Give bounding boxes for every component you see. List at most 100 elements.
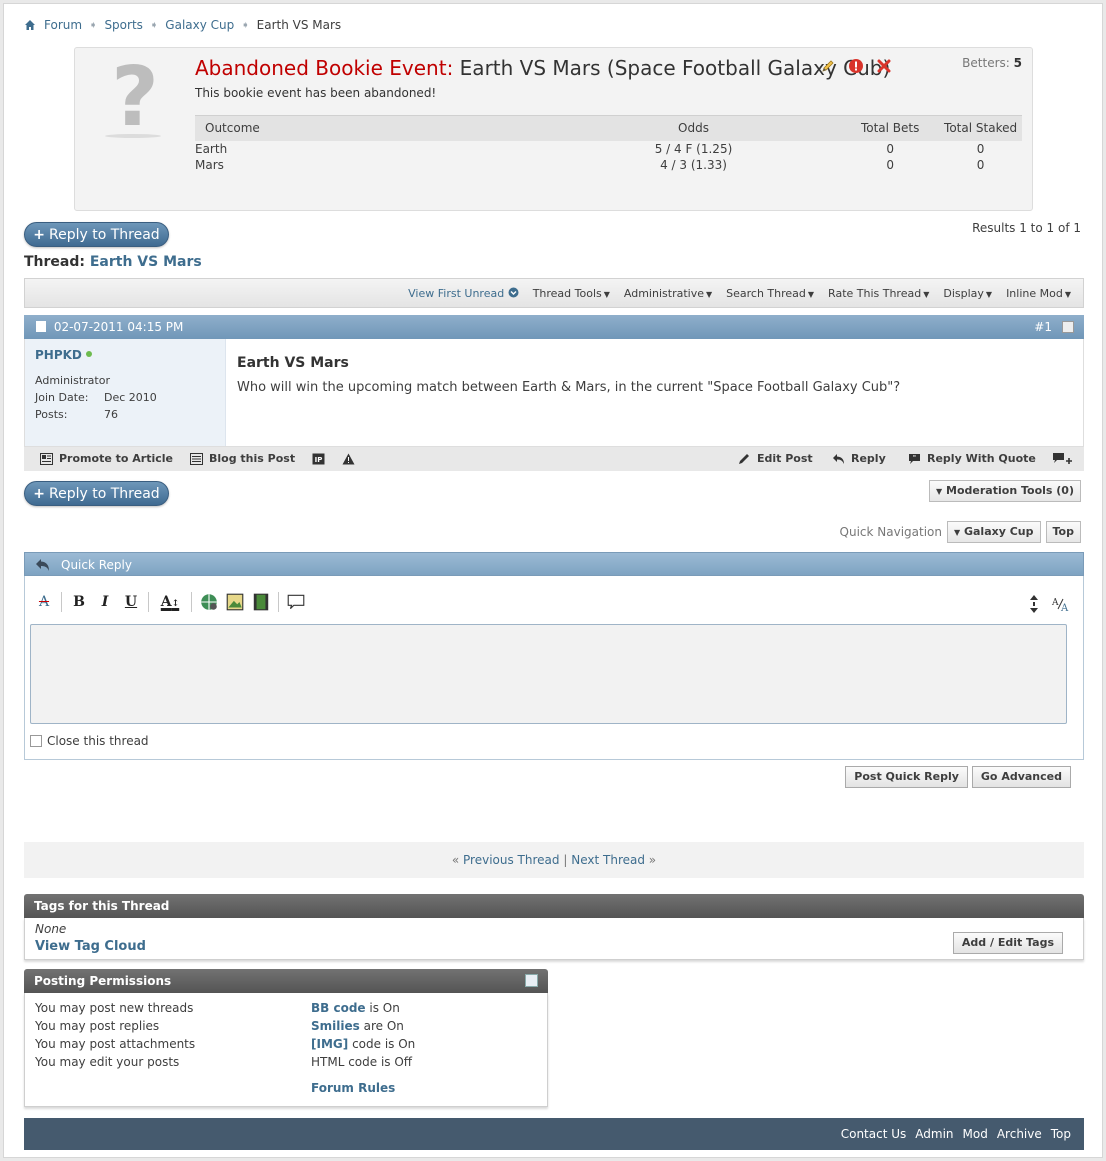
blog-this-post-button[interactable]: Blog this Post	[190, 447, 295, 471]
footer-mod-link[interactable]: Mod	[963, 1127, 988, 1141]
quote-bubble-icon[interactable]	[285, 592, 307, 612]
permissions-right-column: BB code is On Smilies are On [IMG] code …	[311, 999, 415, 1097]
inline-mod-menu[interactable]: Inline Mod ▼	[1006, 287, 1071, 300]
reply-button[interactable]: Reply	[832, 447, 886, 471]
permission-item: You may post replies	[35, 1019, 160, 1033]
close-thread-row: Close this thread	[30, 734, 149, 748]
edit-post-label: Edit Post	[757, 452, 813, 465]
bookie-odds-table: Outcome Odds Total Bets Total Staked Ear…	[195, 115, 1022, 173]
link-globe-icon[interactable]	[198, 592, 220, 612]
thread-tools-label: Thread Tools	[532, 286, 602, 300]
plus-icon: +	[33, 227, 46, 243]
svg-text:IP: IP	[315, 456, 323, 464]
post-footer: Promote to Article Blog this Post IP Edi…	[24, 447, 1084, 471]
promote-to-article-button[interactable]: Promote to Article	[40, 447, 173, 471]
img-code-link[interactable]: [IMG]	[311, 1037, 348, 1051]
post-username[interactable]: PHPKD	[35, 348, 82, 362]
smilies-link[interactable]: Smilies	[311, 1019, 360, 1033]
home-icon[interactable]	[24, 19, 36, 31]
promote-label: Promote to Article	[59, 452, 173, 465]
underline-icon[interactable]: U	[120, 592, 142, 612]
toolbar-divider	[191, 592, 192, 612]
bold-icon[interactable]: B	[68, 592, 90, 612]
reply-to-thread-button-bottom[interactable]: + Reply to Thread	[24, 481, 169, 506]
edit-pencil-icon[interactable]	[820, 58, 836, 74]
breadcrumb-sports[interactable]: Sports	[104, 18, 142, 32]
bbcode-link[interactable]: BB code	[311, 1001, 366, 1015]
edit-post-button[interactable]: Edit Post	[738, 447, 813, 471]
search-thread-menu[interactable]: Search Thread ▼	[726, 287, 814, 300]
post-number-link[interactable]: #1	[1034, 315, 1052, 339]
article-icon	[40, 453, 53, 465]
breadcrumb-galaxy-cup[interactable]: Galaxy Cup	[165, 18, 234, 32]
quick-navigation-forum-select[interactable]: ▼ Galaxy Cup	[946, 521, 1041, 543]
posts-row: Posts: 76	[35, 408, 215, 421]
insert-video-icon[interactable]	[250, 592, 272, 612]
posting-permissions-body: You may post new threads You may post re…	[24, 993, 548, 1107]
post-document-icon	[36, 321, 46, 332]
multi-quote-icon	[1053, 453, 1072, 464]
switch-editor-mode-icon[interactable]: AA	[1051, 596, 1069, 612]
reply-with-quote-button[interactable]: " Reply With Quote	[908, 447, 1036, 471]
remove-format-icon[interactable]: A	[33, 592, 55, 612]
reply-to-thread-button[interactable]: + Reply to Thread	[24, 222, 169, 247]
delete-icon[interactable]	[876, 58, 892, 74]
add-edit-tags-button[interactable]: Add / Edit Tags	[952, 932, 1063, 954]
join-date-label: Join Date:	[35, 391, 89, 404]
next-thread-link[interactable]: Next Thread	[571, 853, 645, 867]
footer-top-link[interactable]: Top	[1051, 1127, 1071, 1141]
thread-title-label: Thread:	[24, 254, 85, 270]
administrative-menu[interactable]: Administrative ▼	[624, 287, 712, 300]
footer-archive-link[interactable]: Archive	[997, 1127, 1042, 1141]
post-date: 02-07-2011 04:15 PM	[53, 320, 184, 334]
rate-thread-label: Rate This Thread	[828, 286, 922, 300]
display-menu[interactable]: Display ▼	[943, 287, 992, 300]
administrative-label: Administrative	[623, 286, 704, 300]
bets-cell: 0	[886, 157, 894, 172]
breadcrumb-separator-icon: ➧	[241, 19, 250, 31]
display-label: Display	[943, 286, 984, 300]
post-user-info: PHPKD Administrator Join Date: Dec 2010 …	[25, 339, 226, 446]
bookie-event-box: ? Abandoned Bookie Event: Earth VS Mars …	[74, 47, 1033, 211]
quick-reply-textarea[interactable]	[30, 624, 1067, 724]
moderation-tools-button[interactable]: ▼ Moderation Tools (0)	[929, 480, 1081, 502]
rate-thread-menu[interactable]: Rate This Thread ▼	[828, 287, 929, 300]
top-button[interactable]: Top	[1045, 521, 1081, 543]
text-color-icon[interactable]: A↕	[155, 592, 185, 612]
alert-icon[interactable]	[848, 58, 864, 74]
column-outcome: Outcome	[195, 115, 546, 141]
thread-title-link[interactable]: Earth VS Mars	[90, 254, 202, 270]
post-body: PHPKD Administrator Join Date: Dec 2010 …	[24, 339, 1084, 447]
footer-admin-link[interactable]: Admin	[915, 1127, 953, 1141]
post-content: Earth VS Mars Who will win the upcoming …	[237, 355, 900, 395]
view-tag-cloud-link[interactable]: View Tag Cloud	[35, 939, 146, 954]
previous-thread-link[interactable]: Previous Thread	[463, 853, 560, 867]
breadcrumb-forum[interactable]: Forum	[44, 18, 82, 32]
footer-contact-us-link[interactable]: Contact Us	[841, 1127, 907, 1141]
svg-text:A: A	[1051, 598, 1059, 608]
permission-item: You may edit your posts	[35, 1055, 180, 1069]
post-select-checkbox[interactable]	[1062, 321, 1074, 333]
img-state: code is On	[352, 1037, 416, 1051]
post-quick-reply-button[interactable]: Post Quick Reply	[845, 766, 968, 788]
post-title: Earth VS Mars	[237, 355, 349, 371]
thread-tools-menu[interactable]: Thread Tools ▼	[533, 287, 610, 300]
insert-image-icon[interactable]	[224, 592, 246, 612]
resize-editor-icon[interactable]	[1029, 594, 1039, 614]
permissions-left-column: You may post new threads You may post re…	[35, 999, 195, 1071]
report-post-button[interactable]	[342, 447, 361, 471]
multi-quote-button[interactable]	[1052, 447, 1078, 471]
next-arrow-icon: »	[648, 853, 657, 867]
view-first-unread-link[interactable]: View First Unread	[408, 287, 519, 300]
italic-icon[interactable]: I	[94, 592, 116, 612]
quote-bubble-icon: "	[909, 454, 920, 464]
blog-label: Blog this Post	[209, 452, 296, 465]
img-permission: [IMG] code is On	[311, 1035, 415, 1053]
forum-rules-link[interactable]: Forum Rules	[311, 1081, 395, 1095]
collapse-icon[interactable]	[525, 974, 538, 987]
quick-reply-actions: Post Quick Reply Go Advanced	[845, 766, 1071, 788]
go-advanced-button[interactable]: Go Advanced	[971, 766, 1071, 788]
close-thread-checkbox[interactable]	[30, 735, 42, 747]
question-mark-shadow	[105, 134, 161, 138]
ip-button[interactable]: IP	[312, 447, 331, 471]
